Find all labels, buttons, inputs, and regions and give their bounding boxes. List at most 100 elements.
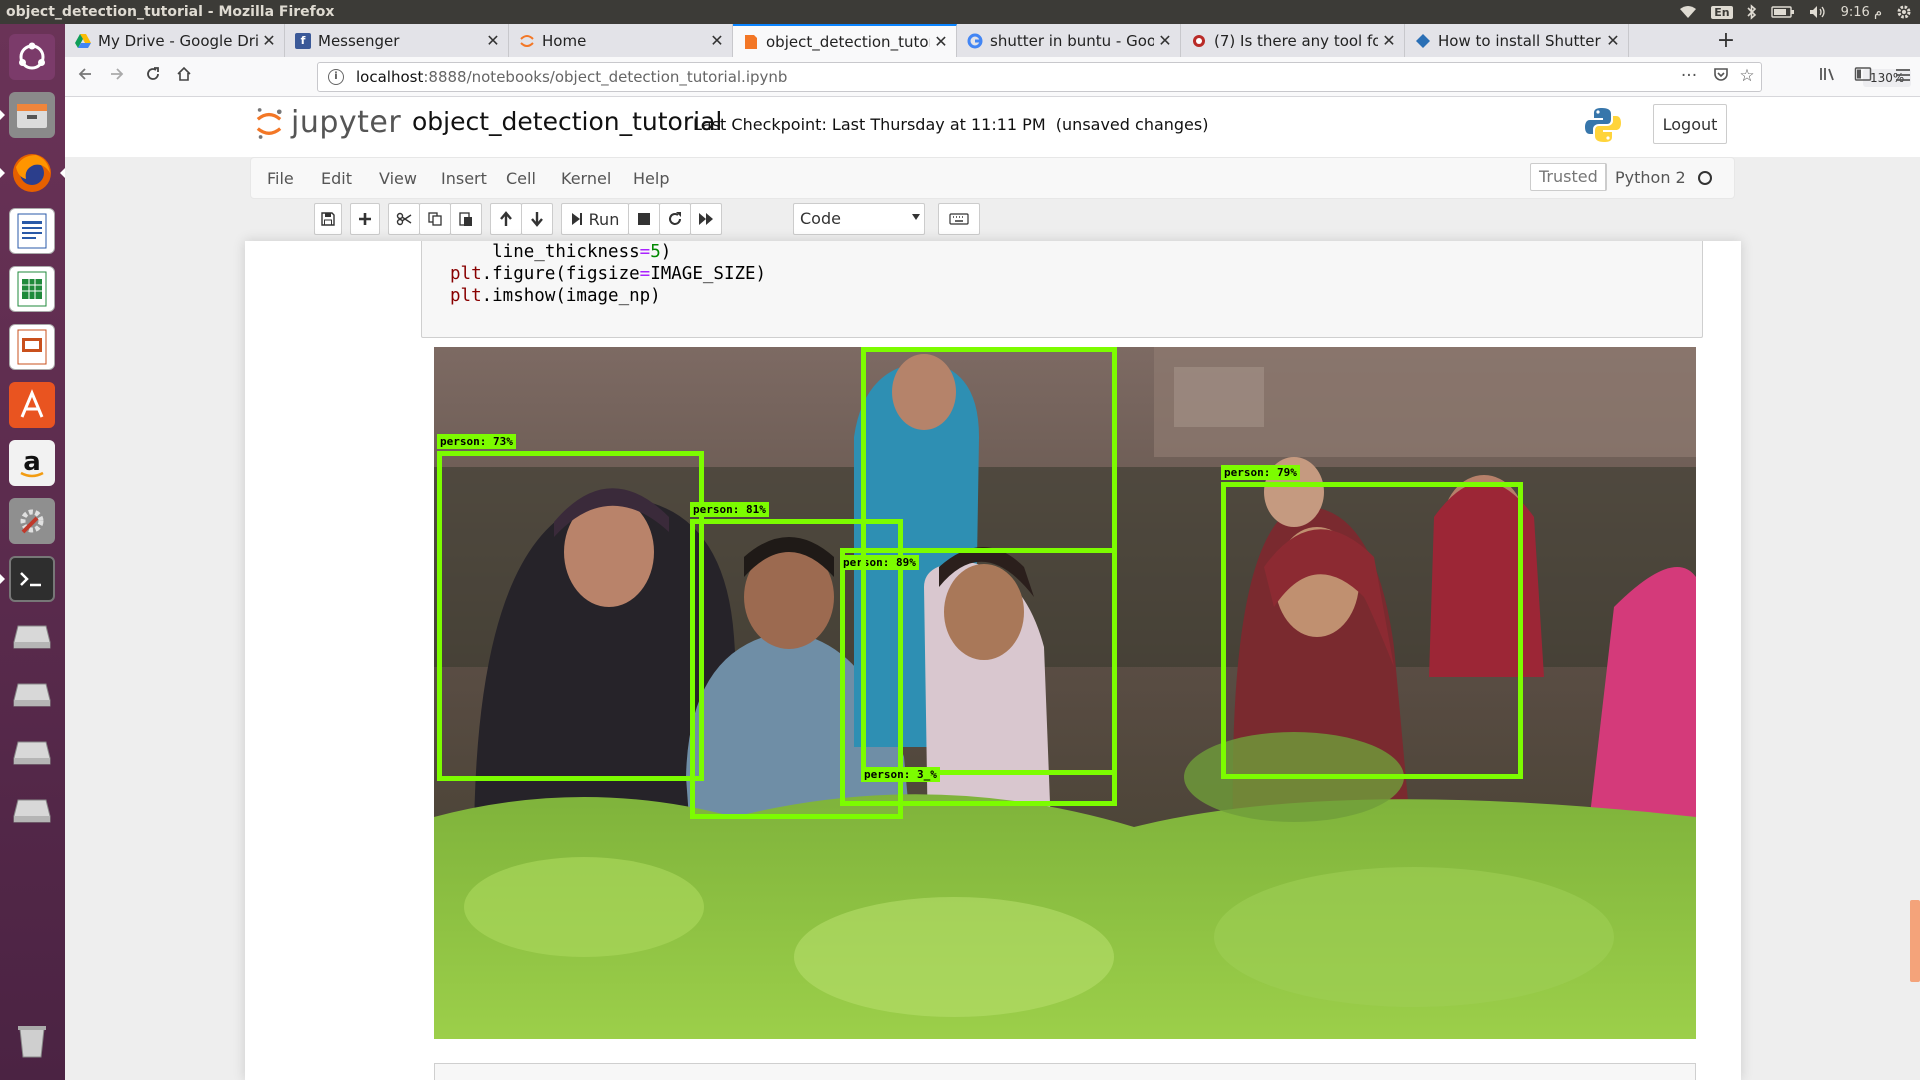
code-cell[interactable]: line_thickness=5) plt.figure(figsize=IMA… [421, 241, 1703, 338]
keyboard-layout-indicator[interactable]: En [1711, 5, 1733, 19]
jupyter-page: jupyter object_detection_tutorial Last C… [65, 97, 1920, 1080]
tab-google-search[interactable]: shutter in buntu - Googl ✕ [957, 24, 1181, 57]
next-code-cell[interactable] [434, 1063, 1696, 1080]
tab-messenger[interactable]: f Messenger ✕ [285, 24, 509, 57]
save-button[interactable] [314, 203, 342, 235]
url-path: :8888/notebooks/object_detection_tutoria… [423, 68, 788, 86]
launcher-terminal[interactable] [0, 552, 59, 606]
menu-cell[interactable]: Cell [506, 169, 536, 188]
launcher-calc[interactable] [5, 262, 59, 316]
run-button[interactable]: Run [561, 203, 629, 235]
launcher-drive-4[interactable] [5, 784, 59, 838]
stop-icon [638, 213, 650, 225]
menu-file[interactable]: File [267, 169, 294, 188]
detection-label: person: 81% [690, 502, 769, 517]
sidebar-icon[interactable] [1849, 63, 1877, 91]
kernel-name: Python 2 [1615, 168, 1686, 187]
unity-launcher: a [0, 24, 65, 1080]
tab-google-drive[interactable]: My Drive - Google Drive ✕ [65, 24, 285, 57]
bookmark-star-icon[interactable]: ☆ [1736, 66, 1758, 86]
tab-home[interactable]: Home ✕ [509, 24, 733, 57]
close-icon[interactable]: ✕ [482, 31, 504, 50]
tab-install-shutter[interactable]: How to install Shutter o ✕ [1405, 24, 1629, 57]
kernel-indicator: Python 2 [1605, 163, 1712, 191]
launcher-writer[interactable] [5, 204, 59, 258]
bluetooth-icon[interactable] [1747, 4, 1757, 20]
url-bar[interactable]: i localhost:8888/notebooks/object_detect… [317, 62, 1912, 92]
launcher-files[interactable] [0, 88, 59, 142]
launcher-system-settings[interactable] [5, 494, 59, 548]
jupyter-logo[interactable]: jupyter [255, 105, 401, 140]
drive-icon [9, 730, 55, 776]
scissors-icon [396, 212, 412, 226]
checkpoint-status: Last Checkpoint: Last Thursday at 11:11 … [693, 115, 1208, 134]
launcher-trash[interactable] [5, 1014, 59, 1068]
menu-view[interactable]: View [379, 169, 417, 188]
running-indicator [0, 110, 5, 120]
kernel-idle-icon [1697, 170, 1712, 185]
paste-button[interactable] [450, 203, 482, 235]
close-icon[interactable]: ✕ [706, 31, 728, 50]
forward-icon[interactable] [103, 63, 131, 91]
home-icon[interactable] [170, 63, 198, 91]
command-palette-button[interactable] [938, 203, 980, 235]
interrupt-kernel-button[interactable] [628, 203, 660, 235]
page-actions-icon[interactable]: ··· [1678, 66, 1700, 86]
settings-gear-icon[interactable] [1896, 4, 1912, 20]
launcher-amazon[interactable]: a [5, 436, 59, 490]
close-icon[interactable]: ✕ [258, 31, 280, 50]
page-scrollbar[interactable] [1910, 900, 1920, 982]
back-icon[interactable] [71, 63, 99, 91]
code-editor[interactable]: line_thickness=5) plt.figure(figsize=IMA… [450, 241, 766, 307]
launcher-impress[interactable] [5, 320, 59, 374]
new-tab-button[interactable]: + [1710, 24, 1742, 57]
step-forward-icon [571, 213, 582, 225]
menu-edit[interactable]: Edit [321, 169, 352, 188]
insert-cell-button[interactable] [350, 203, 380, 235]
move-down-button[interactable] [521, 203, 553, 235]
close-icon[interactable]: ✕ [930, 32, 952, 51]
volume-icon[interactable] [1809, 5, 1827, 19]
trusted-indicator[interactable]: Trusted [1530, 163, 1607, 191]
libreoffice-impress-icon [9, 324, 55, 370]
restart-kernel-button[interactable] [659, 203, 691, 235]
system-settings-icon [9, 498, 55, 544]
launcher-drive-3[interactable] [5, 726, 59, 780]
move-up-button[interactable] [490, 203, 522, 235]
facebook-icon: f [295, 32, 311, 49]
detection-label: person: 73% [437, 434, 516, 449]
menu-insert[interactable]: Insert [441, 169, 487, 188]
clock[interactable]: 9:16 م [1841, 5, 1882, 20]
wifi-icon[interactable] [1679, 5, 1697, 19]
menu-kernel[interactable]: Kernel [561, 169, 611, 188]
launcher-drive-1[interactable] [5, 610, 59, 664]
tab-object-detection-tutorial[interactable]: object_detection_tutori ✕ [733, 24, 957, 57]
battery-icon[interactable] [1770, 5, 1795, 19]
separator [1605, 163, 1606, 191]
close-icon[interactable]: ✕ [1602, 31, 1624, 50]
close-icon[interactable]: ✕ [1154, 31, 1176, 50]
close-icon[interactable]: ✕ [1378, 31, 1400, 50]
cut-button[interactable] [388, 203, 420, 235]
notebook-name[interactable]: object_detection_tutorial [412, 107, 722, 136]
code-line: plt.figure(figsize=IMAGE_SIZE) [450, 264, 767, 284]
reload-icon[interactable] [139, 63, 167, 91]
library-icon[interactable] [1814, 63, 1842, 91]
restart-run-all-button[interactable] [690, 203, 722, 235]
pocket-icon[interactable] [1710, 66, 1732, 87]
launcher-ubuntu-software[interactable] [5, 378, 59, 432]
menu-help[interactable]: Help [633, 169, 669, 188]
files-icon [9, 92, 55, 138]
copy-button[interactable] [419, 203, 451, 235]
launcher-drive-2[interactable] [5, 668, 59, 722]
notebook-toolbar: Run Code [250, 199, 1735, 241]
launcher-ubuntu-dash[interactable] [5, 30, 59, 84]
launcher-firefox[interactable] [0, 146, 65, 200]
jupyter-header: jupyter object_detection_tutorial Last C… [65, 97, 1920, 157]
site-info-icon[interactable]: i [328, 69, 344, 85]
hamburger-menu-icon[interactable] [1889, 63, 1917, 91]
tab-quora[interactable]: (7) Is there any tool for U ✕ [1181, 24, 1405, 57]
logout-button[interactable]: Logout [1653, 104, 1727, 144]
libreoffice-writer-icon [9, 208, 55, 254]
cell-type-select[interactable]: Code [793, 203, 925, 235]
